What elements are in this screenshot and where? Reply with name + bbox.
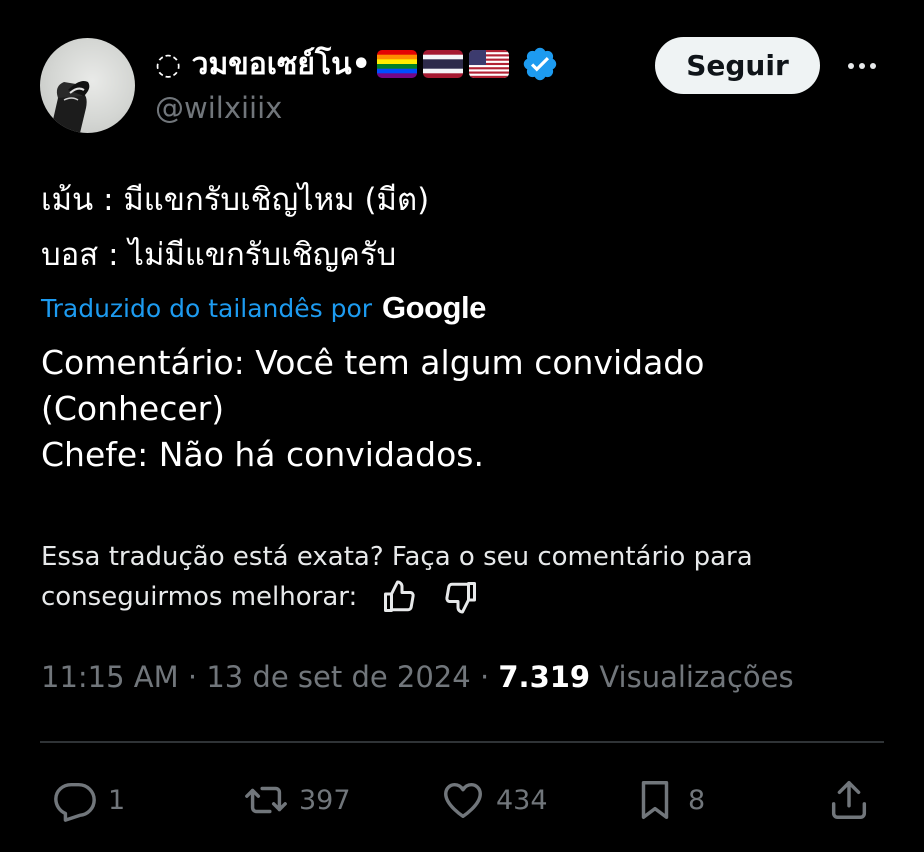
repost-button[interactable]: 397 xyxy=(243,776,351,824)
share-button[interactable] xyxy=(826,776,872,824)
share-icon xyxy=(831,781,867,819)
tweet-meta: 11:15 AM · 13 de set de 2024 · 7.319 Vis… xyxy=(41,660,794,694)
translated-line-3: Chefe: Não há convidados. xyxy=(41,435,484,474)
thumbs-up-icon[interactable] xyxy=(379,579,419,615)
repost-count: 397 xyxy=(299,784,351,816)
usa-flag-icon xyxy=(468,50,509,78)
translated-line-1: Comentário: Você tem algum convidado xyxy=(41,343,705,382)
translated-line-2: (Conhecer) xyxy=(41,389,225,428)
feedback-prompt: conseguirmos melhorar: xyxy=(41,582,358,612)
translation-feedback: Essa tradução está exata? Faça o seu com… xyxy=(41,537,901,617)
thumbs-down-icon[interactable] xyxy=(441,579,481,615)
views-count: 7.319 xyxy=(498,660,591,694)
display-name-text: ◌ วมขอเซย์โน• xyxy=(155,46,371,82)
reply-icon xyxy=(54,782,96,822)
google-logo: Google xyxy=(382,290,486,325)
tweet-text-line-2: บอส : ไม่มีแขกรับเชิญครับ xyxy=(41,237,397,273)
display-name[interactable]: ◌ วมขอเซย์โน• xyxy=(155,40,559,88)
avatar[interactable] xyxy=(40,38,135,133)
reply-count: 1 xyxy=(108,784,126,816)
thailand-flag-icon xyxy=(422,50,463,78)
translation-attribution-text: Traduzido do tailandês por xyxy=(41,293,373,323)
verified-badge-icon xyxy=(523,47,556,81)
reply-button[interactable]: 1 xyxy=(52,776,125,824)
translation-attribution[interactable]: Traduzido do tailandês por Google xyxy=(41,290,486,326)
translated-text: Comentário: Você tem algum convidado (Co… xyxy=(41,340,861,478)
views-label: Visualizações xyxy=(599,660,794,694)
tweet-time[interactable]: 11:15 AM xyxy=(41,660,179,694)
bookmark-icon xyxy=(641,781,669,819)
feedback-question: Essa tradução está exata? Faça o seu com… xyxy=(41,542,753,572)
like-count: 434 xyxy=(496,784,548,816)
tweet-text-line-1: เม้น : มีแขกรับเชิญไหม (มีต) xyxy=(41,182,430,218)
author-handle[interactable]: @wilxiiix xyxy=(155,91,282,125)
tweet-date[interactable]: 13 de set de 2024 xyxy=(206,660,470,694)
repost-icon xyxy=(245,786,287,814)
rainbow-flag-icon xyxy=(376,50,417,78)
heart-icon xyxy=(444,782,482,819)
follow-button[interactable]: Seguir xyxy=(655,37,820,94)
bookmark-count: 8 xyxy=(688,784,706,816)
like-button[interactable]: 434 xyxy=(440,776,548,824)
divider xyxy=(40,741,884,743)
bookmark-button[interactable]: 8 xyxy=(632,776,705,824)
more-options-icon[interactable] xyxy=(842,48,882,84)
